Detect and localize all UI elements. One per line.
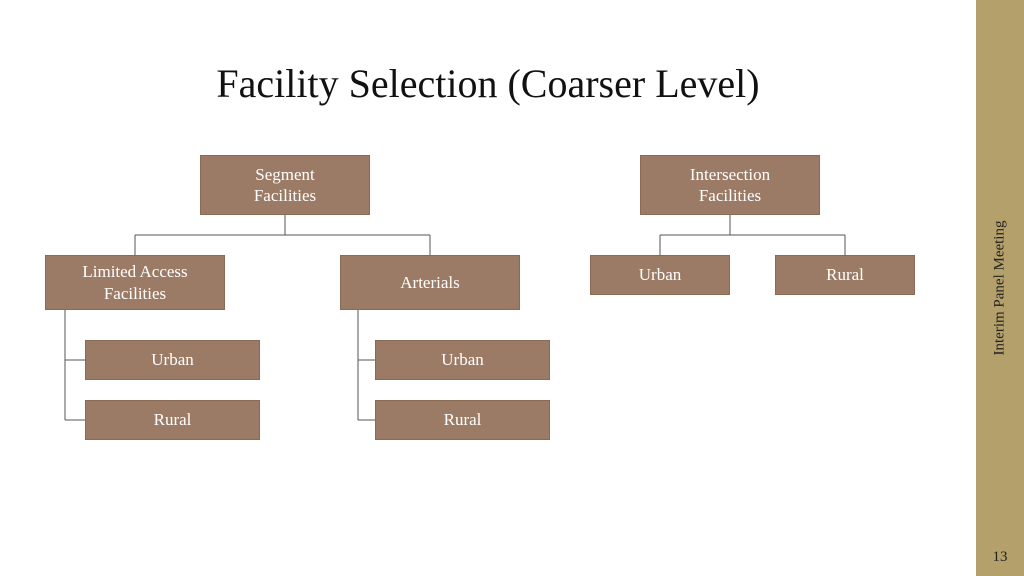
node-laf-rural: Rural [85,400,260,440]
node-segment-facilities: Segment Facilities [200,155,370,215]
node-limited-access-facilities: Limited Access Facilities [45,255,225,310]
sidebar-strip: Interim Panel Meeting 13 [976,0,1024,576]
slide-title: Facility Selection (Coarser Level) [0,60,976,107]
node-arterials: Arterials [340,255,520,310]
sidebar-label: Interim Panel Meeting [992,221,1009,356]
node-laf-urban: Urban [85,340,260,380]
node-int-rural: Rural [775,255,915,295]
node-art-urban: Urban [375,340,550,380]
slide: Facility Selection (Coarser Level) Segme… [0,0,1024,576]
node-art-rural: Rural [375,400,550,440]
diagram-stage: Segment Facilities Limited Access Facili… [0,150,976,530]
node-intersection-facilities: Intersection Facilities [640,155,820,215]
node-int-urban: Urban [590,255,730,295]
page-number: 13 [976,549,1024,566]
